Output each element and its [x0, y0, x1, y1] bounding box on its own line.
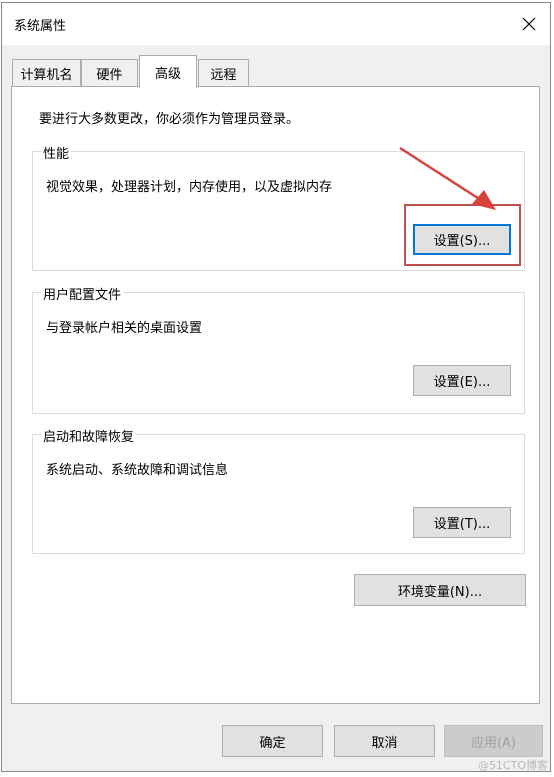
- window-title: 系统属性: [14, 19, 67, 34]
- button-label: 设置(E)...: [433, 375, 491, 390]
- startup-recovery-settings-button[interactable]: 设置(T)...: [413, 507, 511, 538]
- startup-recovery-description: 系统启动、系统故障和调试信息: [46, 463, 229, 478]
- environment-variables-button[interactable]: 环境变量(N)...: [354, 574, 526, 606]
- user-profiles-group: 用户配置文件 与登录帐户相关的桌面设置 设置(E)...: [32, 284, 525, 414]
- annotation-arrow-icon: [399, 146, 496, 210]
- button-label: 确定: [259, 735, 286, 751]
- user-profiles-settings-button[interactable]: 设置(E)...: [413, 365, 511, 396]
- tab-hardware[interactable]: 硬件: [81, 59, 138, 86]
- button-label: 设置(T)...: [433, 517, 491, 532]
- startup-recovery-title: 启动和故障恢复: [41, 426, 137, 445]
- user-profiles-description: 与登录帐户相关的桌面设置: [46, 321, 203, 336]
- title-bar: 系统属性: [2, 3, 550, 45]
- watermark: @51CTO博客: [477, 759, 548, 772]
- startup-recovery-group: 启动和故障恢复 系统启动、系统故障和调试信息 设置(T)...: [32, 426, 525, 554]
- apply-button[interactable]: 应用(A): [444, 725, 543, 757]
- tab-label: 硬件: [96, 67, 123, 83]
- tab-remote[interactable]: 远程: [198, 59, 249, 86]
- ok-button[interactable]: 确定: [222, 725, 323, 757]
- close-icon: [522, 17, 536, 31]
- button-label: 取消: [371, 735, 398, 751]
- admin-note: 要进行大多数更改，你必须作为管理员登录。: [39, 112, 300, 127]
- tab-label: 远程: [210, 67, 237, 83]
- user-profiles-title: 用户配置文件: [41, 284, 124, 303]
- tab-label: 高级: [154, 66, 181, 82]
- button-label: 应用(A): [470, 735, 517, 751]
- tab-advanced[interactable]: 高级: [139, 55, 197, 88]
- system-properties-dialog: 系统属性 计算机名 硬件 高级 远程 要进行大多数更改，你必须作为管理员登录。 …: [1, 2, 551, 772]
- performance-description: 视觉效果，处理器计划，内存使用，以及虚拟内存: [46, 180, 333, 195]
- tab-label: 计算机名: [20, 67, 73, 83]
- advanced-tab-panel: 要进行大多数更改，你必须作为管理员登录。 性能 视觉效果，处理器计划，内存使用，…: [11, 86, 540, 704]
- button-label: 环境变量(N)...: [397, 584, 483, 600]
- close-button[interactable]: [512, 7, 546, 41]
- performance-title: 性能: [41, 143, 72, 162]
- cancel-button[interactable]: 取消: [334, 725, 435, 757]
- tab-computer-name[interactable]: 计算机名: [12, 59, 81, 86]
